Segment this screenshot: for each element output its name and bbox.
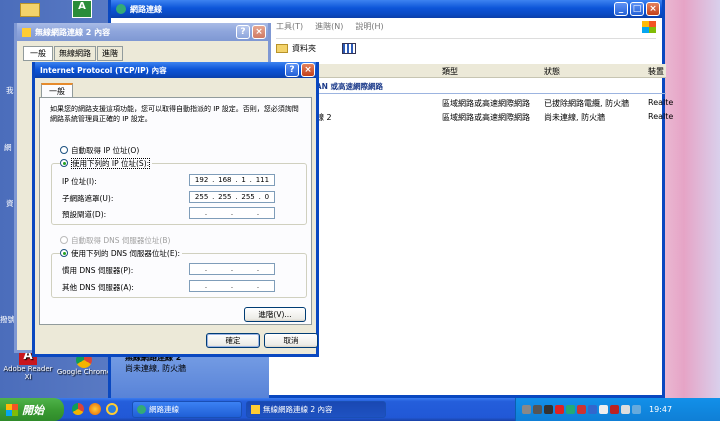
list-item[interactable]: 無線網路連線 2 區域網路或高速網際網路 尚未連線, 防火牆 Realte (276, 112, 673, 124)
dns-alternate-field[interactable]: ... (189, 280, 275, 292)
list-item[interactable]: 區域網路或高速網際網路 已拔除網路電纜, 防火牆 Realte (276, 98, 673, 110)
close-button[interactable]: × (646, 2, 660, 16)
group-divider (316, 93, 666, 94)
desktop-top-icons: A (0, 0, 100, 20)
close-button[interactable]: × (252, 25, 266, 39)
toolbar: 資料夾 (276, 38, 656, 58)
ip-label: IP 位址(I): (62, 177, 97, 186)
network-icon (22, 27, 31, 37)
start-button[interactable]: 開始 (0, 398, 64, 421)
chrome-icon[interactable] (72, 403, 84, 415)
subnet-mask-field[interactable]: 255. 255. 255. 0 (189, 191, 275, 203)
tcpip-properties-dialog[interactable]: Internet Protocol (TCP/IP) 內容 ? × 一般 如果您… (32, 62, 319, 357)
quick-launch (72, 403, 118, 415)
gateway-field[interactable]: ... (189, 207, 275, 219)
tray-icon[interactable] (555, 405, 564, 414)
desktop-edge-label: 我 (6, 86, 14, 95)
wireless-dialog-title: 無線網路連線 2 內容 (35, 27, 111, 37)
firefox-icon[interactable] (89, 403, 101, 415)
help-button[interactable]: ? (285, 63, 299, 77)
advanced-button[interactable]: 進階(V)... (244, 307, 306, 322)
network-icon (116, 4, 126, 14)
tray-icon[interactable] (533, 405, 542, 414)
tray-icon[interactable] (632, 405, 641, 414)
tab-panel: 如果您的網路支援這項功能，您可以取得自動指派的 IP 設定。否則，您必須詢問網路… (39, 97, 312, 325)
maximize-button[interactable]: □ (630, 2, 644, 16)
column-status[interactable]: 狀態 (544, 66, 560, 77)
radio-auto-dns[interactable]: 自動取得 DNS 伺服器位址(B) (60, 235, 170, 246)
clock[interactable]: 19:47 (649, 405, 672, 414)
tray-icon[interactable] (621, 405, 630, 414)
folder-icon (276, 44, 288, 53)
tray-icon[interactable] (566, 405, 575, 414)
menu-tools[interactable]: 工具(T) (276, 21, 303, 35)
radio-auto-ip[interactable]: 自動取得 IP 位址(O) (60, 145, 139, 156)
taskbar-button-network[interactable]: 網路連線 (132, 401, 242, 418)
tray-icon[interactable] (599, 405, 608, 414)
tab-general[interactable]: 一般 (41, 83, 73, 98)
windows-logo-icon (6, 403, 18, 416)
system-tray: 19:47 (515, 398, 720, 421)
tray-icon[interactable] (544, 405, 553, 414)
dns-alternate-label: 其他 DNS 伺服器(A): (62, 283, 134, 292)
network-icon (137, 405, 146, 414)
tab-wireless[interactable]: 無線網路 (54, 46, 96, 61)
tcpip-dialog-title: Internet Protocol (TCP/IP) 內容 (40, 65, 167, 75)
radio-icon (60, 159, 68, 167)
dns-preferred-label: 慣用 DNS 伺服器(P): (62, 266, 134, 275)
description-text: 如果您的網路支援這項功能，您可以取得自動指派的 IP 設定。否則，您必須詢問網路… (50, 105, 299, 123)
column-device[interactable]: 裝置 (648, 66, 664, 77)
radio-manual-dns[interactable]: 使用下列的 DNS 伺服器位址(E): (60, 248, 183, 259)
menu-advanced[interactable]: 進階(N) (315, 21, 343, 35)
subnet-mask-label: 子網路遮罩(U): (62, 194, 114, 203)
desktop-edge-label: 網 (4, 143, 12, 152)
minimize-button[interactable]: _ (614, 2, 628, 16)
tray-icon[interactable] (588, 405, 597, 414)
column-headers: 名稱 類型 狀態 裝置 (276, 64, 666, 78)
folders-button[interactable]: 資料夾 (292, 43, 316, 54)
ok-button[interactable]: 確定 (206, 333, 260, 348)
tab-general[interactable]: 一般 (23, 46, 53, 61)
menu-bar: 工具(T) 進階(N) 說明(H) (276, 21, 656, 35)
radio-icon (60, 236, 68, 244)
close-button[interactable]: × (301, 63, 315, 77)
group-header: LAN 或高速網際網路 (311, 82, 383, 91)
network-window-titlebar[interactable]: 網路連線 _ □ × (111, 0, 662, 18)
tray-icon[interactable] (522, 405, 531, 414)
wireless-tabs: 一般 無線網路 進階 (23, 46, 123, 61)
radio-manual-ip[interactable]: 使用下列的 IP 位址(S): (60, 158, 153, 169)
ie-icon[interactable] (106, 403, 118, 415)
tray-icon[interactable] (610, 405, 619, 414)
help-button[interactable]: ? (236, 25, 250, 39)
network-icon (251, 405, 260, 414)
network-window-title: 網路連線 (130, 4, 162, 14)
views-icon[interactable] (342, 43, 356, 54)
windows-logo-icon (642, 21, 656, 33)
gateway-label: 預設閘道(D): (62, 210, 107, 219)
desktop-edge-label: 資 (6, 199, 14, 208)
column-type[interactable]: 類型 (442, 66, 458, 77)
menu-help[interactable]: 說明(H) (355, 21, 383, 35)
taskbar-button-wireless-props[interactable]: 無線網路連線 2 內容 (246, 401, 386, 418)
dns-preferred-field[interactable]: ... (189, 263, 275, 275)
radio-icon (60, 249, 68, 257)
taskbar: 開始 網路連線 無線網路連線 2 內容 19:47 (0, 398, 720, 421)
folder-icon[interactable] (20, 3, 40, 17)
wireless-dialog-titlebar[interactable]: 無線網路連線 2 內容 ? × (17, 23, 268, 41)
tcpip-dialog-titlebar[interactable]: Internet Protocol (TCP/IP) 內容 ? × (35, 62, 316, 78)
app-icon[interactable]: A (72, 0, 92, 18)
tray-icon[interactable] (577, 405, 586, 414)
ip-address-field[interactable]: 192. 168. 1. 111 (189, 174, 275, 186)
details-status: 尚未連線, 防火牆 (125, 364, 187, 373)
cancel-button[interactable]: 取消 (264, 333, 318, 348)
radio-icon (60, 146, 68, 154)
tab-advanced[interactable]: 進階 (97, 46, 123, 61)
